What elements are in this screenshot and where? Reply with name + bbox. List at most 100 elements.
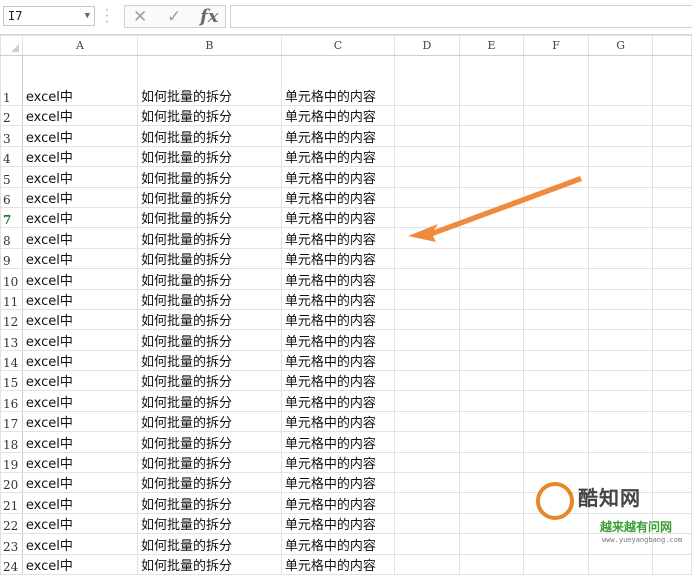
empty-cell[interactable] [458,268,525,290]
row-header[interactable]: 20 [0,472,23,494]
empty-cell[interactable] [652,553,692,575]
row-header[interactable]: 11 [0,288,23,310]
cell-a[interactable]: excel中 [21,492,139,514]
column-header-g[interactable]: G [587,35,654,56]
row-header[interactable]: 8 [0,227,23,249]
cell-c[interactable]: 单元格中的内容 [280,492,396,514]
empty-cell[interactable] [587,125,654,147]
empty-cell[interactable] [587,329,654,351]
cell-a[interactable]: excel中 [21,472,139,494]
cell-b[interactable]: 如何批量的拆分 [137,55,282,106]
empty-cell[interactable] [652,410,692,433]
empty-cell[interactable] [523,431,589,453]
cell-c[interactable]: 单元格中的内容 [280,268,396,290]
empty-cell[interactable] [523,125,589,147]
cell-b[interactable]: 如何批量的拆分 [137,166,282,188]
empty-cell[interactable] [458,308,525,331]
empty-cell[interactable] [458,512,525,535]
empty-cell[interactable] [523,55,589,106]
cell-b[interactable]: 如何批量的拆分 [137,472,282,494]
column-header-a[interactable]: A [21,35,139,56]
cell-b[interactable]: 如何批量的拆分 [137,370,282,392]
empty-cell[interactable] [394,308,460,331]
row-header[interactable]: 15 [0,370,23,392]
empty-cell[interactable] [394,431,460,453]
empty-cell[interactable] [652,206,692,229]
drag-handle-icon[interactable]: · · · [105,4,109,28]
cell-b[interactable]: 如何批量的拆分 [137,104,282,127]
empty-cell[interactable] [458,247,525,270]
empty-cell[interactable] [523,308,589,331]
cell-a[interactable]: excel中 [21,390,139,412]
empty-cell[interactable] [523,145,589,168]
cell-b[interactable]: 如何批量的拆分 [137,288,282,310]
empty-cell[interactable] [587,227,654,249]
empty-cell[interactable] [587,431,654,453]
cell-c[interactable]: 单元格中的内容 [280,410,396,433]
empty-cell[interactable] [394,410,460,433]
cell-c[interactable]: 单元格中的内容 [280,227,396,249]
empty-cell[interactable] [523,288,589,310]
empty-cell[interactable] [652,308,692,331]
cell-a[interactable]: excel中 [21,308,139,331]
column-header-d[interactable]: D [394,35,460,56]
empty-cell[interactable] [458,533,525,555]
cell-a[interactable]: excel中 [21,166,139,188]
empty-cell[interactable] [458,166,525,188]
cell-c[interactable]: 单元格中的内容 [280,166,396,188]
empty-cell[interactable] [458,390,525,412]
column-header-e[interactable]: E [458,35,525,56]
empty-cell[interactable] [523,410,589,433]
name-box[interactable]: I7 ▼ [3,6,95,26]
cancel-icon[interactable]: ✕ [133,7,147,27]
cell-b[interactable]: 如何批量的拆分 [137,247,282,270]
empty-cell[interactable] [587,55,654,106]
empty-cell[interactable] [523,329,589,351]
row-header[interactable]: 23 [0,533,23,555]
chevron-down-icon[interactable]: ▼ [85,11,90,21]
cell-c[interactable]: 单元格中的内容 [280,329,396,351]
empty-cell[interactable] [587,390,654,412]
empty-cell[interactable] [394,145,460,168]
cell-b[interactable]: 如何批量的拆分 [137,308,282,331]
cell-c[interactable]: 单元格中的内容 [280,55,396,106]
empty-cell[interactable] [394,512,460,535]
empty-cell[interactable] [587,308,654,331]
cell-c[interactable]: 单元格中的内容 [280,390,396,412]
empty-cell[interactable] [394,206,460,229]
empty-cell[interactable] [652,329,692,351]
empty-cell[interactable] [394,451,460,474]
empty-cell[interactable] [523,553,589,575]
empty-cell[interactable] [458,349,525,372]
row-header[interactable]: 18 [0,431,23,453]
cell-b[interactable]: 如何批量的拆分 [137,186,282,208]
cell-a[interactable]: excel中 [21,512,139,535]
empty-cell[interactable] [523,206,589,229]
row-header[interactable]: 13 [0,329,23,351]
cell-a[interactable]: excel中 [21,410,139,433]
cell-b[interactable]: 如何批量的拆分 [137,431,282,453]
cell-b[interactable]: 如何批量的拆分 [137,125,282,147]
empty-cell[interactable] [587,206,654,229]
row-header[interactable]: 3 [0,125,23,147]
empty-cell[interactable] [587,349,654,372]
empty-cell[interactable] [394,329,460,351]
cell-a[interactable]: excel中 [21,268,139,290]
cell-a[interactable]: excel中 [21,227,139,249]
column-header-b[interactable]: B [137,35,282,56]
empty-cell[interactable] [587,370,654,392]
cell-b[interactable]: 如何批量的拆分 [137,268,282,290]
empty-cell[interactable] [652,431,692,453]
empty-cell[interactable] [652,145,692,168]
empty-cell[interactable] [652,247,692,270]
cell-b[interactable]: 如何批量的拆分 [137,227,282,249]
cell-c[interactable]: 单元格中的内容 [280,451,396,474]
empty-cell[interactable] [394,492,460,514]
cell-b[interactable]: 如何批量的拆分 [137,533,282,555]
empty-cell[interactable] [652,227,692,249]
row-header[interactable]: 6 [0,186,23,208]
cell-b[interactable]: 如何批量的拆分 [137,492,282,514]
cell-a[interactable]: excel中 [21,125,139,147]
empty-cell[interactable] [652,268,692,290]
cell-a[interactable]: excel中 [21,206,139,229]
